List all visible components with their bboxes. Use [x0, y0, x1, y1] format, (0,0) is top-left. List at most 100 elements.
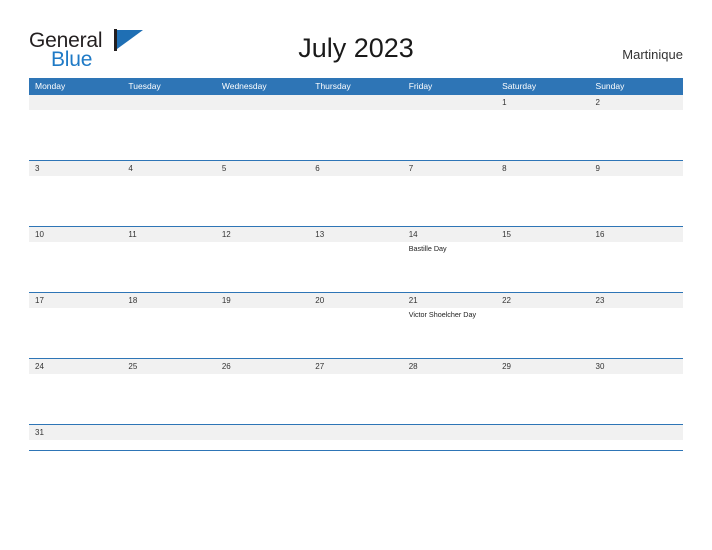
- day-cell[interactable]: [496, 176, 589, 226]
- day-cell[interactable]: [122, 440, 215, 490]
- day-number[interactable]: 17: [29, 293, 122, 308]
- day-cell[interactable]: Bastille Day: [403, 242, 496, 292]
- day-number[interactable]: 19: [216, 293, 309, 308]
- week-body-band: [29, 176, 683, 226]
- day-cell[interactable]: [216, 110, 309, 160]
- day-number[interactable]: [122, 95, 215, 110]
- day-cell[interactable]: [496, 242, 589, 292]
- day-number[interactable]: [122, 425, 215, 440]
- day-cell[interactable]: [29, 110, 122, 160]
- day-number[interactable]: 24: [29, 359, 122, 374]
- day-number[interactable]: 20: [309, 293, 402, 308]
- day-number[interactable]: [309, 425, 402, 440]
- page-title: July 2023: [298, 33, 414, 63]
- day-cell[interactable]: [216, 308, 309, 358]
- week-row: 1 2: [29, 95, 683, 160]
- day-number[interactable]: [403, 425, 496, 440]
- week-row: 31: [29, 424, 683, 450]
- day-cell[interactable]: [590, 242, 683, 292]
- day-number[interactable]: 29: [496, 359, 589, 374]
- weekday-header-friday: Friday: [408, 81, 433, 91]
- page-header: General Blue July 2023 Martinique: [0, 0, 712, 78]
- day-cell[interactable]: [29, 440, 122, 490]
- week-row: 10 11 12 13 14 15 16 Bastille Day: [29, 226, 683, 292]
- day-cell[interactable]: [590, 308, 683, 358]
- day-cell[interactable]: [122, 374, 215, 424]
- day-number[interactable]: [216, 95, 309, 110]
- day-cell[interactable]: [309, 242, 402, 292]
- day-number[interactable]: [29, 95, 122, 110]
- day-number[interactable]: 14: [403, 227, 496, 242]
- day-cell[interactable]: [309, 440, 402, 490]
- day-cell[interactable]: [122, 110, 215, 160]
- day-number[interactable]: 3: [29, 161, 122, 176]
- day-number[interactable]: [403, 95, 496, 110]
- day-number[interactable]: 31: [29, 425, 122, 440]
- day-number[interactable]: 2: [590, 95, 683, 110]
- day-number[interactable]: 6: [309, 161, 402, 176]
- event-label: Victor Shoelcher Day: [408, 310, 477, 319]
- day-cell[interactable]: [29, 242, 122, 292]
- day-cell[interactable]: [122, 176, 215, 226]
- week-date-band: 31: [29, 425, 683, 440]
- day-cell[interactable]: [216, 440, 309, 490]
- day-number[interactable]: 26: [216, 359, 309, 374]
- day-cell[interactable]: [403, 176, 496, 226]
- day-cell[interactable]: [122, 308, 215, 358]
- day-number[interactable]: 18: [122, 293, 215, 308]
- day-cell[interactable]: [29, 308, 122, 358]
- day-cell[interactable]: [29, 176, 122, 226]
- day-number[interactable]: 10: [29, 227, 122, 242]
- day-cell[interactable]: [496, 308, 589, 358]
- day-number[interactable]: 30: [590, 359, 683, 374]
- day-cell[interactable]: [403, 110, 496, 160]
- day-cell[interactable]: [309, 176, 402, 226]
- day-number[interactable]: 22: [496, 293, 589, 308]
- day-cell[interactable]: Victor Shoelcher Day: [403, 308, 496, 358]
- day-number[interactable]: 16: [590, 227, 683, 242]
- day-cell[interactable]: [590, 110, 683, 160]
- day-cell[interactable]: [496, 110, 589, 160]
- day-cell[interactable]: [216, 176, 309, 226]
- week-body-band: [29, 440, 683, 450]
- day-number[interactable]: [309, 95, 402, 110]
- day-cell[interactable]: [29, 374, 122, 424]
- day-number[interactable]: 25: [122, 359, 215, 374]
- day-cell[interactable]: [496, 374, 589, 424]
- day-number[interactable]: 27: [309, 359, 402, 374]
- day-cell[interactable]: [590, 440, 683, 490]
- day-number[interactable]: 7: [403, 161, 496, 176]
- day-number[interactable]: [216, 425, 309, 440]
- day-number[interactable]: 1: [496, 95, 589, 110]
- day-number[interactable]: 23: [590, 293, 683, 308]
- day-number[interactable]: [590, 425, 683, 440]
- day-number[interactable]: 13: [309, 227, 402, 242]
- week-body-band: Bastille Day: [29, 242, 683, 292]
- day-number[interactable]: 8: [496, 161, 589, 176]
- calendar-page: General Blue July 2023 Martinique Monday…: [0, 0, 712, 550]
- day-number[interactable]: 21: [403, 293, 496, 308]
- day-cell[interactable]: [403, 374, 496, 424]
- day-cell[interactable]: [496, 440, 589, 490]
- day-number[interactable]: [496, 425, 589, 440]
- calendar-grid: Monday Tuesday Wednesday Thursday Friday…: [29, 78, 683, 451]
- day-cell[interactable]: [590, 176, 683, 226]
- day-number[interactable]: 5: [216, 161, 309, 176]
- day-cell[interactable]: [590, 374, 683, 424]
- day-number[interactable]: 4: [122, 161, 215, 176]
- day-cell[interactable]: [216, 374, 309, 424]
- day-cell[interactable]: [309, 308, 402, 358]
- day-number[interactable]: 12: [216, 227, 309, 242]
- day-number[interactable]: 9: [590, 161, 683, 176]
- weekday-header-monday: Monday: [35, 81, 66, 91]
- day-cell[interactable]: [309, 110, 402, 160]
- day-number[interactable]: 15: [496, 227, 589, 242]
- day-number[interactable]: 11: [122, 227, 215, 242]
- day-cell[interactable]: [309, 374, 402, 424]
- weekday-header-saturday: Saturday: [502, 81, 537, 91]
- day-cell[interactable]: [216, 242, 309, 292]
- day-number[interactable]: 28: [403, 359, 496, 374]
- day-cell[interactable]: [122, 242, 215, 292]
- day-cell[interactable]: [403, 440, 496, 490]
- weekday-header-thursday: Thursday: [315, 81, 351, 91]
